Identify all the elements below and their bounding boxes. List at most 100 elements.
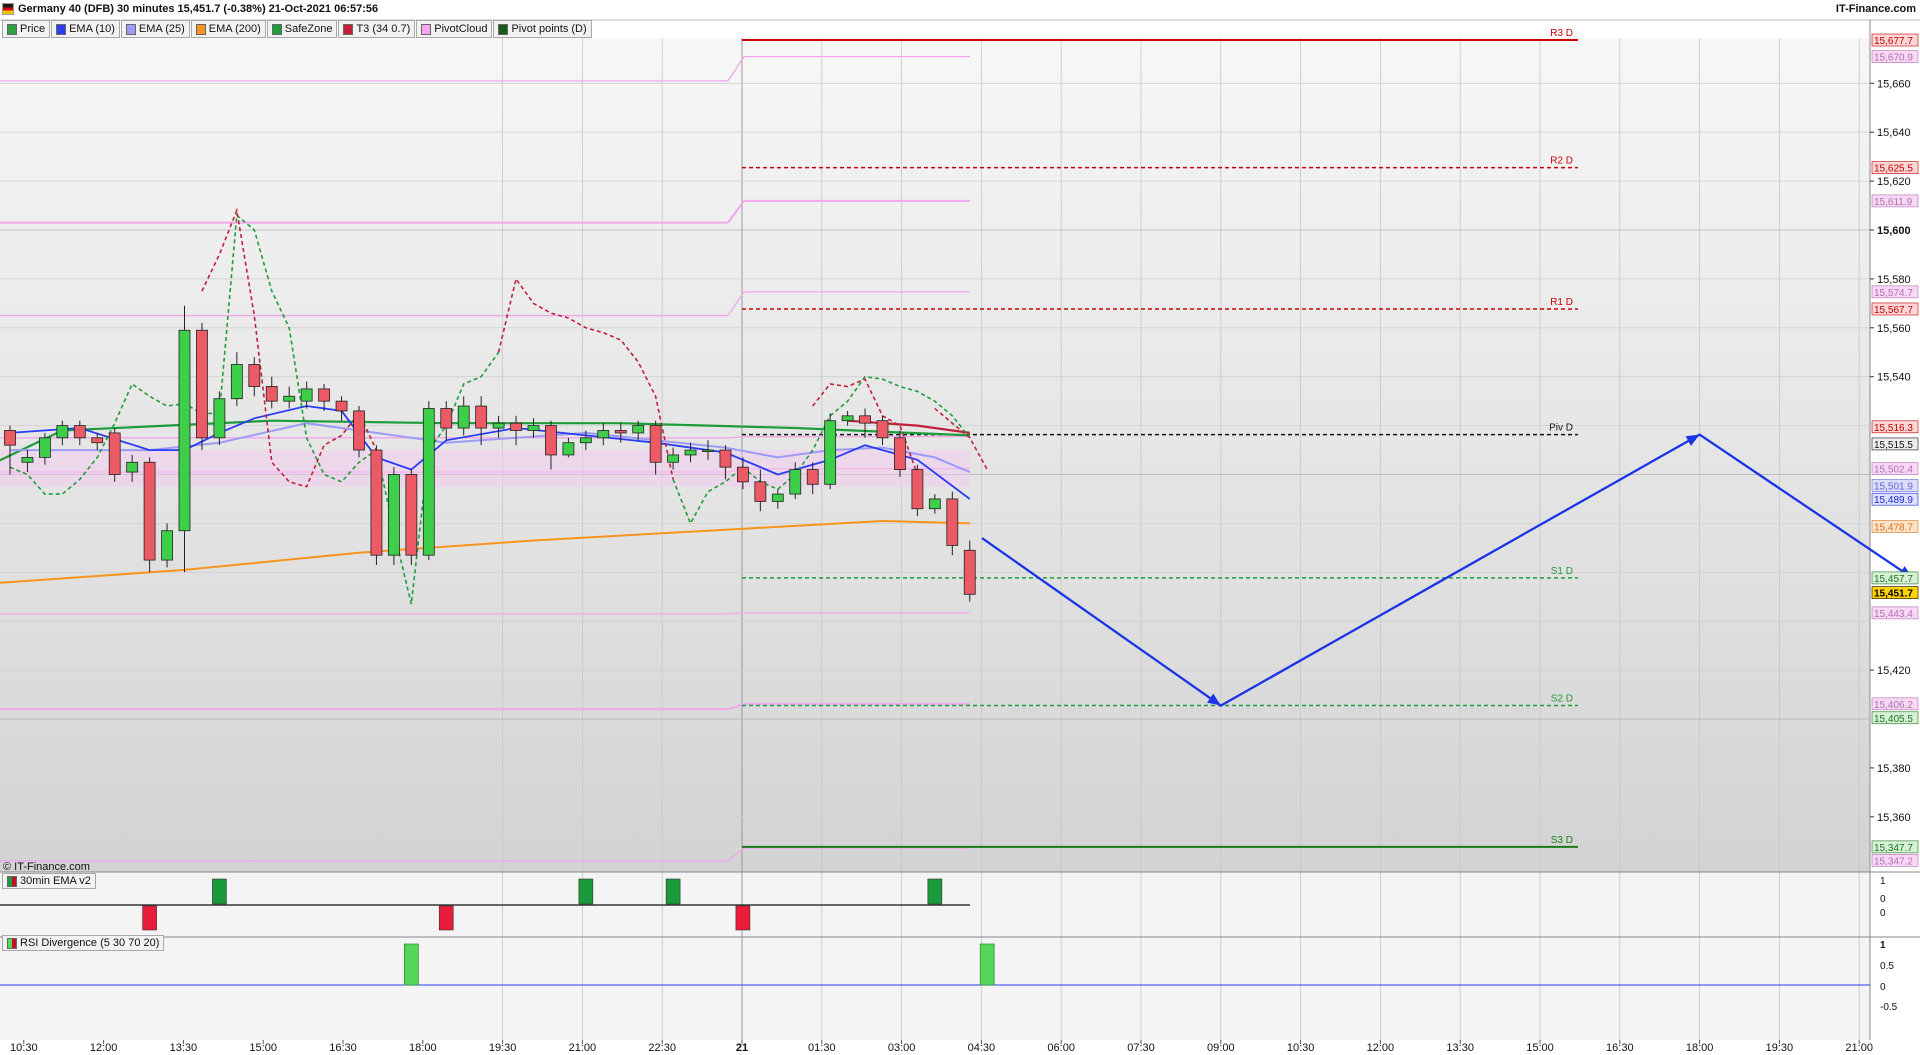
y-tick-label: 15,640 — [1877, 127, 1911, 139]
legend-label: Price — [20, 23, 46, 35]
x-tick-label: 21 — [736, 1042, 748, 1054]
ema-signal-down — [142, 905, 157, 931]
candle-bullish — [230, 364, 243, 400]
price-tag-label: 15,489.9 — [1874, 495, 1913, 506]
chart-title-text: Germany 40 (DFB) 30 minutes 15,451.7 (-0… — [18, 3, 379, 15]
legend-item-4[interactable]: SafeZone — [266, 20, 338, 38]
candle-bearish — [754, 481, 767, 502]
x-tick-label: 13:30 — [170, 1042, 198, 1054]
candle-bearish — [894, 437, 906, 471]
pivot-level-label: S1 D — [1551, 566, 1573, 577]
candle-bullish — [178, 329, 191, 532]
y-tick-label: 15,600 — [1877, 225, 1911, 237]
brand-label: IT-Finance.com — [1835, 3, 1916, 15]
ema-axis-label: 0 — [1880, 908, 1886, 919]
legend-swatch-icon — [421, 23, 432, 35]
candle-bearish — [614, 430, 627, 434]
candle-bearish — [510, 422, 522, 431]
x-tick-label: 01:30 — [808, 1042, 836, 1054]
legend-item-2[interactable]: EMA (25) — [120, 20, 190, 38]
candle-bullish — [300, 388, 313, 402]
candle-bullish — [928, 498, 941, 510]
legend-item-5[interactable]: T3 (34 0.7) — [338, 20, 416, 38]
candle-bullish — [126, 461, 139, 473]
ema-signal-down — [438, 905, 454, 931]
price-tag-label: 15,502.4 — [1874, 465, 1913, 476]
price-tag-label: 15,574.7 — [1874, 288, 1913, 299]
y-tick-label: 15,580 — [1877, 274, 1911, 286]
price-tag-label: 15,501.9 — [1874, 482, 1913, 493]
legend-item-7[interactable]: Pivot points (D) — [493, 20, 592, 38]
legend-item-1[interactable]: EMA (10) — [51, 20, 120, 38]
indicator-legend: Price EMA (10) EMA (25) EMA (200) SafeZone T3… — [2, 20, 593, 38]
price-tag-label: 15,347.2 — [1874, 856, 1913, 867]
candle-bullish — [527, 425, 540, 431]
legend-item-3[interactable]: EMA (200) — [190, 20, 266, 38]
candle-bearish — [946, 498, 959, 546]
rsi-panel-background — [0, 937, 1870, 1040]
candle-bearish — [248, 364, 261, 387]
candle-bullish — [56, 425, 69, 439]
price-tag-label: 15,670.9 — [1874, 53, 1913, 64]
candle-bearish — [318, 388, 331, 402]
candle-bullish — [789, 469, 802, 495]
candle-bullish — [39, 437, 51, 458]
candle-bearish — [405, 474, 418, 556]
ema-signal-up — [212, 878, 227, 905]
x-tick-label: 03:00 — [888, 1042, 916, 1054]
price-tag-label: 15,516.3 — [1874, 423, 1913, 434]
x-tick-label: 09:00 — [1207, 1042, 1235, 1054]
candle-bearish — [475, 405, 488, 429]
x-tick-label: 21:00 — [569, 1042, 597, 1054]
y-tick-label: 15,620 — [1877, 176, 1911, 188]
rsi-indicator-swatch-icon — [7, 937, 17, 949]
candle-bullish — [21, 456, 34, 463]
legend-swatch-icon — [7, 23, 17, 35]
legend-item-0[interactable]: Price — [2, 20, 51, 38]
y-tick-label: 15,360 — [1877, 812, 1911, 824]
ema-indicator-label[interactable]: 30min EMA v2 — [2, 873, 96, 889]
candle-bearish — [108, 432, 121, 475]
x-tick-label: 18:00 — [409, 1042, 437, 1054]
copyright-label: © IT-Finance.com — [3, 861, 90, 873]
price-tag-label: 15,677.7 — [1874, 36, 1913, 47]
chart-canvas[interactable]: R3 D R2 D R1 D Piv D S1 D S2 D S3 D 15,660 15,64… — [0, 0, 1920, 1055]
legend-label: Pivot points (D) — [511, 23, 587, 35]
x-tick-label: 07:30 — [1127, 1042, 1155, 1054]
price-tag-label: 15,443.4 — [1874, 609, 1913, 620]
legend-swatch-icon — [195, 23, 206, 35]
price-tag-label: 15,515.5 — [1874, 440, 1913, 451]
candle-bullish — [562, 442, 575, 456]
rsi-indicator-label[interactable]: RSI Divergence (5 30 70 20) — [2, 935, 165, 951]
price-tag-label: 15,567.7 — [1874, 305, 1913, 316]
y-tick-label: 15,660 — [1877, 78, 1911, 90]
legend-item-6[interactable]: PivotCloud — [416, 20, 493, 38]
x-tick-label: 18:00 — [1686, 1042, 1714, 1054]
price-tag-label: 15,611.9 — [1874, 197, 1913, 208]
ema-indicator-swatch-icon — [7, 875, 17, 887]
ema-signal-down — [735, 905, 751, 931]
rsi-axis-label: -0.5 — [1880, 1002, 1898, 1013]
legend-swatch-icon — [343, 23, 354, 35]
candle-bearish — [719, 449, 732, 468]
pivot-level-label: R2 D — [1550, 156, 1573, 167]
rsi-divergence-signal — [404, 943, 419, 986]
ema-signal-up — [665, 878, 681, 905]
rsi-axis-label: 1 — [1880, 940, 1886, 951]
germany-flag-icon — [2, 3, 14, 15]
x-tick-label: 19:30 — [489, 1042, 517, 1054]
y-tick-label: 15,380 — [1877, 763, 1911, 775]
x-tick-label: 10:30 — [1287, 1042, 1315, 1054]
x-tick-label: 15:00 — [249, 1042, 277, 1054]
x-tick-label: 10:30 — [10, 1042, 38, 1054]
ema-axis-label: 0 — [1880, 894, 1886, 905]
x-tick-label: 19:30 — [1766, 1042, 1794, 1054]
candle-bullish — [702, 449, 714, 452]
candle-bullish — [771, 493, 784, 502]
legend-label: SafeZone — [284, 23, 333, 35]
pivot-level-label: S3 D — [1551, 835, 1573, 846]
candle-bearish — [73, 425, 86, 439]
x-tick-label: 13:30 — [1446, 1042, 1474, 1054]
candle-bullish — [492, 422, 505, 429]
x-tick-label: 21:00 — [1845, 1042, 1873, 1054]
